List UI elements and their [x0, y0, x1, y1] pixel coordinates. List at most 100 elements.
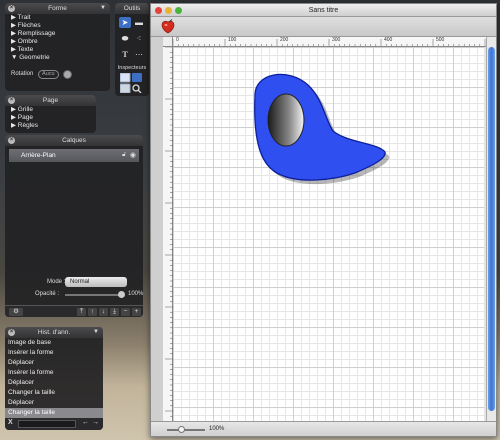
text-tool-icon[interactable]: T	[119, 49, 131, 60]
page-panel-title: Page	[42, 97, 59, 104]
calques-panel-titlebar[interactable]: × Calques	[5, 135, 143, 146]
opacity-label: Opacité :	[35, 291, 60, 297]
forme-panel: × Forme ▼ ▶ Trait ▶ Flèches ▶ Remplissag…	[5, 3, 110, 91]
inspecteurs-label: Inspecteurs	[117, 65, 147, 71]
minimize-window-button[interactable]	[165, 7, 172, 14]
rotation-knob[interactable]	[63, 70, 72, 79]
history-item[interactable]: Insérer la forme	[5, 368, 103, 378]
move-top-icon[interactable]: ⤒	[77, 308, 86, 316]
ruler-label: 200	[280, 37, 289, 43]
history-field	[18, 420, 76, 428]
lock-icon[interactable]: 🔓︎	[122, 149, 126, 162]
vertical-scrollbar[interactable]	[486, 37, 496, 421]
zoom-slider-track[interactable]	[167, 429, 205, 431]
blob-shape[interactable]	[173, 47, 484, 421]
outils-panel-title: Outils	[123, 5, 141, 12]
forme-item-ombre[interactable]: ▶ Ombre	[5, 38, 110, 46]
ruler-label: 500	[436, 37, 445, 43]
window-titlebar[interactable]: Sans titre	[151, 4, 496, 17]
arrow-pointer-icon[interactable]: ➤	[119, 17, 131, 28]
clear-history-button[interactable]: X	[8, 419, 13, 426]
close-icon[interactable]: ×	[8, 5, 15, 12]
redo-arrow-icon[interactable]: →	[92, 419, 99, 426]
forme-item-fleches[interactable]: ▶ Flèches	[5, 22, 110, 30]
history-item[interactable]: Insérer la forme	[5, 348, 103, 358]
rotation-row: Rotation Aucu	[5, 68, 110, 80]
history-panel-title: Hist. d'ann.	[37, 329, 71, 336]
mode-select[interactable]: Normal	[65, 277, 127, 287]
opacity-value: 100%	[128, 291, 144, 297]
calques-bottom-bar: ⚙︎ ⤒ ↑ ↓ ⤓ − +	[5, 305, 143, 317]
zoom-value: 100%	[209, 426, 225, 432]
window-title: Sans titre	[308, 7, 339, 14]
ruler-corner	[163, 37, 173, 47]
history-item[interactable]: Image de base	[5, 338, 103, 348]
undo-arrow-icon[interactable]: ←	[82, 419, 89, 426]
layer-row[interactable]: Arrière-Plan 🔓︎ ◉	[9, 149, 139, 162]
forme-item-trait[interactable]: ▶ Trait	[5, 14, 110, 22]
history-panel: × Hist. d'ann. ▼ Image de base Insérer l…	[5, 327, 103, 430]
outils-panel-titlebar[interactable]: Outils	[115, 3, 149, 14]
vertical-ruler	[163, 47, 173, 421]
close-icon[interactable]: ×	[8, 137, 15, 144]
rectangle-tool-icon[interactable]: ▬	[133, 17, 145, 28]
zoom-window-button[interactable]	[175, 7, 182, 14]
forme-item-remplissage[interactable]: ▶ Remplissage	[5, 30, 110, 38]
opacity-row: Opacité : 100%	[5, 290, 143, 300]
panel-menu-icon[interactable]: ▼	[93, 327, 99, 338]
forme-panel-title: Forme	[48, 5, 67, 12]
forme-item-texte[interactable]: ▶ Texte	[5, 46, 110, 54]
add-layer-icon[interactable]: +	[132, 308, 141, 316]
ruler-label: 400	[384, 37, 393, 43]
ruler-label: 300	[332, 37, 341, 43]
history-bottom-bar: X ← →	[5, 418, 103, 430]
page-panel-titlebar[interactable]: × Page	[5, 95, 96, 106]
left-gutter	[151, 37, 163, 421]
move-bottom-icon[interactable]: ⤓	[110, 308, 119, 316]
panel-menu-icon[interactable]: ▼	[100, 3, 106, 14]
outils-panel: Outils ➤ ▬ ⬬ ⁖ T ⋯ Inspecteurs	[115, 3, 149, 96]
window-toolbar	[151, 17, 496, 37]
layer-name: Arrière-Plan	[21, 152, 56, 159]
calques-panel-title: Calques	[62, 137, 86, 144]
opacity-slider-track[interactable]	[65, 294, 119, 296]
history-panel-titlebar[interactable]: × Hist. d'ann. ▼	[5, 327, 103, 338]
close-icon[interactable]: ×	[8, 329, 15, 336]
history-item[interactable]: Déplacer	[5, 378, 103, 388]
mode-row: Mode : Normal	[5, 277, 143, 288]
close-icon[interactable]: ×	[8, 97, 15, 104]
opacity-slider-thumb[interactable]	[118, 291, 125, 298]
zoom-slider-thumb[interactable]	[178, 426, 185, 433]
remove-layer-icon[interactable]: −	[121, 308, 130, 316]
connector-tool-icon[interactable]: ⋯	[133, 49, 145, 60]
vertical-scroll-thumb[interactable]	[488, 47, 495, 411]
history-item[interactable]: Déplacer	[5, 398, 103, 408]
horizontal-ruler: 0 100 200 300 400 500	[173, 37, 486, 47]
eye-icon[interactable]: ◉	[130, 149, 136, 162]
forme-item-geometrie[interactable]: ▼ Geometrie	[5, 54, 110, 62]
history-item[interactable]: Changer la taille	[5, 388, 103, 398]
app-logo-icon[interactable]	[160, 19, 176, 34]
drawing-canvas[interactable]	[173, 47, 484, 421]
inspector-icons[interactable]	[120, 73, 144, 93]
move-down-icon[interactable]: ↓	[99, 308, 108, 316]
ellipse-tool-icon[interactable]: ⬬	[119, 33, 131, 44]
close-window-button[interactable]	[155, 7, 162, 14]
rotation-label: Rotation	[11, 71, 34, 77]
page-item-page[interactable]: ▶ Page	[5, 114, 96, 122]
node-tool-icon[interactable]: ⁖	[133, 33, 145, 44]
history-item-current[interactable]: Changer la taille	[5, 408, 103, 418]
move-up-icon[interactable]: ↑	[88, 308, 97, 316]
window-statusbar: 100%	[151, 421, 496, 436]
ruler-label: 100	[228, 37, 237, 43]
ruler-label: 0	[176, 37, 179, 43]
gear-icon[interactable]: ⚙︎	[9, 308, 23, 316]
forme-panel-titlebar[interactable]: × Forme ▼	[5, 3, 110, 14]
document-window: Sans titre 0 100 200 300 400 500 100%	[150, 3, 497, 437]
page-item-grille[interactable]: ▶ Grille	[5, 106, 96, 114]
history-item[interactable]: Déplacer	[5, 358, 103, 368]
rotation-field[interactable]: Aucu	[38, 70, 59, 79]
mode-label: Mode :	[47, 279, 66, 285]
page-item-regles[interactable]: ▶ Règles	[5, 122, 96, 130]
calques-panel: × Calques Arrière-Plan 🔓︎ ◉ Mode : Norma…	[5, 135, 143, 317]
